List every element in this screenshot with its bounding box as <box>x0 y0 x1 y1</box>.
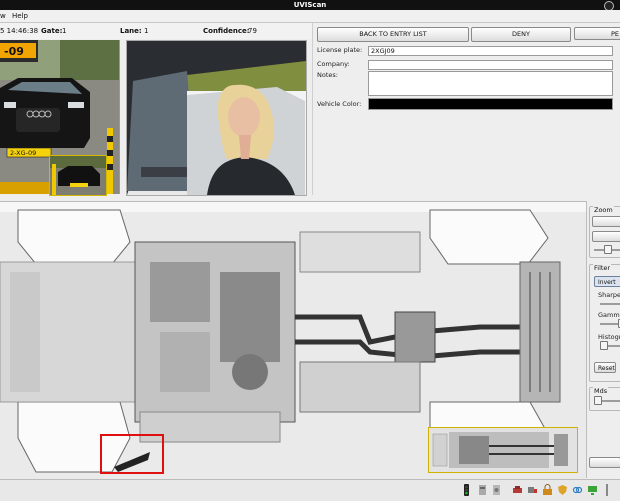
link-icon <box>572 486 583 494</box>
invert-button[interactable]: Invert <box>594 276 620 287</box>
separator-icon <box>606 484 608 496</box>
license-plate-label: License plate: <box>317 46 363 54</box>
vehicle-color-label: Vehicle Color: <box>317 100 362 108</box>
side-action-button[interactable] <box>589 457 620 468</box>
mds-group: Mds <box>589 387 620 411</box>
window-title: UVIScan <box>293 1 327 9</box>
zoom-slider-knob[interactable] <box>604 245 612 254</box>
gamma-slider[interactable] <box>600 323 620 325</box>
filter-title: Filter <box>593 264 612 272</box>
mds-title: Mds <box>593 387 609 395</box>
driver-photo[interactable] <box>126 40 307 196</box>
svg-text:2-XG-09: 2-XG-09 <box>10 149 36 157</box>
back-to-entry-list-button[interactable]: BACK TO ENTRY LIST <box>317 27 469 42</box>
svg-text:-09: -09 <box>4 45 24 58</box>
filter-group: Filter Invert Sharpe Gamma Histogr Reset <box>589 264 620 382</box>
notes-label: Notes: <box>317 71 338 79</box>
deny-button[interactable]: DENY <box>471 27 571 42</box>
mds-slider-knob[interactable] <box>594 396 602 405</box>
gate-label: Gate: <box>41 27 63 35</box>
monitor-icon <box>588 486 597 495</box>
car-icon <box>513 486 522 493</box>
menu-help[interactable]: Help <box>12 11 28 21</box>
barrier-icon <box>479 485 486 495</box>
title-bar: UVIScan <box>0 0 620 11</box>
image-controls-panel: Zoom Filter Invert Sharpe Gamma Histogr … <box>586 201 620 478</box>
vehicle-color-swatch[interactable] <box>368 98 613 110</box>
lane-label: Lane: <box>120 27 142 35</box>
entry-datetime: 5 14:46:38 <box>0 27 39 35</box>
traffic-light-icon <box>464 484 469 496</box>
zoom-out-button[interactable] <box>592 231 620 242</box>
company-input[interactable] <box>368 60 613 70</box>
notes-textarea[interactable] <box>368 71 613 96</box>
truck-icon <box>528 487 537 493</box>
sharpen-slider[interactable] <box>600 303 620 305</box>
gamma-label: Gamma <box>598 311 620 319</box>
lane-value: 1 <box>144 27 149 35</box>
histogram-slider-knob[interactable] <box>600 341 608 350</box>
vehicle-thumbnail[interactable] <box>49 155 107 196</box>
status-bar <box>0 479 620 501</box>
scan-overview-image <box>429 428 577 472</box>
camera-icon <box>493 485 500 495</box>
menu-view[interactable]: w <box>0 11 6 21</box>
driver-image <box>127 41 306 195</box>
detected-anomaly-box[interactable] <box>100 434 164 474</box>
entry-info-bar: 5 14:46:38 Gate: 1 Lane: 1 Confidence: 7… <box>0 23 312 39</box>
zoom-title: Zoom <box>593 206 614 214</box>
company-label: Company: <box>317 60 350 68</box>
scan-overview-thumbnail[interactable] <box>428 427 578 473</box>
lock-icon <box>543 484 552 495</box>
shield-icon <box>558 485 567 495</box>
zoom-group: Zoom <box>589 206 620 258</box>
license-plate-input[interactable]: 2XGJ09 <box>368 46 613 56</box>
zoom-in-button[interactable] <box>592 216 620 227</box>
permit-button[interactable]: PE <box>574 27 620 40</box>
confidence-label: Confidence: <box>203 27 250 35</box>
confidence-value: 79 <box>248 27 257 35</box>
reset-filter-button[interactable]: Reset <box>594 362 616 373</box>
vehicle-thumbnail-image <box>50 156 106 195</box>
entry-details-panel: BACK TO ENTRY LIST DENY PE License plate… <box>312 23 620 195</box>
menu-bar: w Help <box>0 10 620 23</box>
sharpen-label: Sharpe <box>598 291 620 299</box>
gate-value: 1 <box>62 27 67 35</box>
